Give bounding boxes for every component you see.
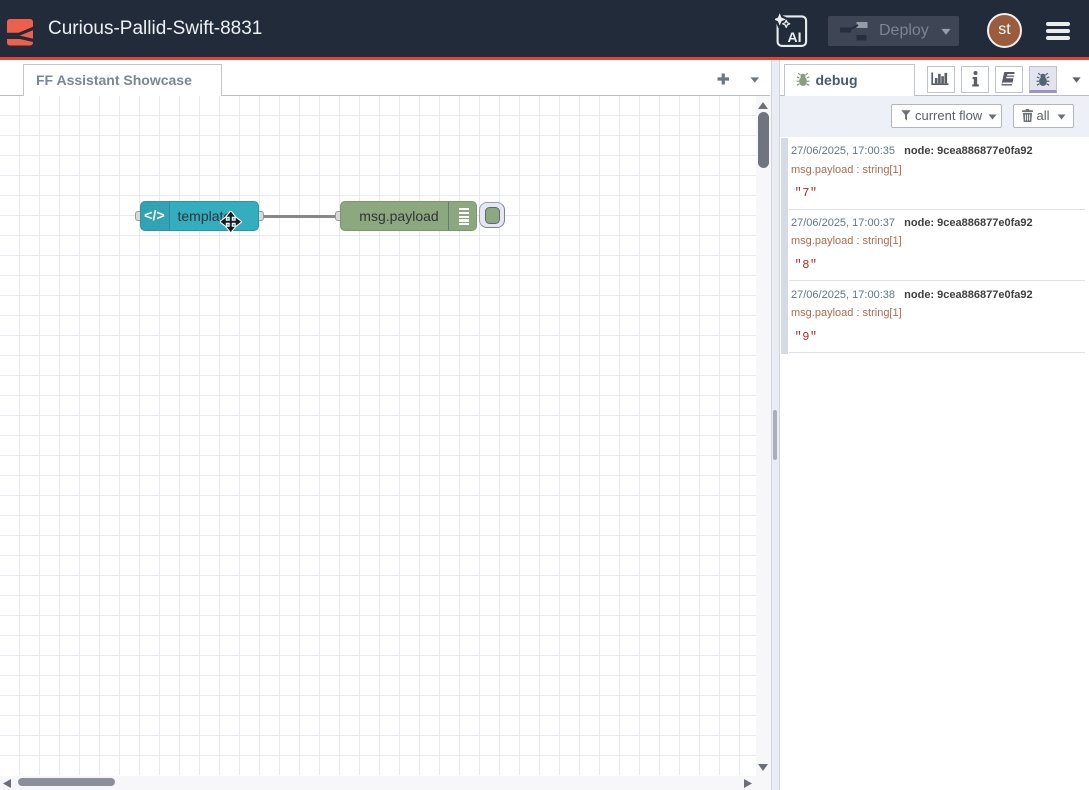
svg-text:AI: AI — [788, 29, 802, 45]
